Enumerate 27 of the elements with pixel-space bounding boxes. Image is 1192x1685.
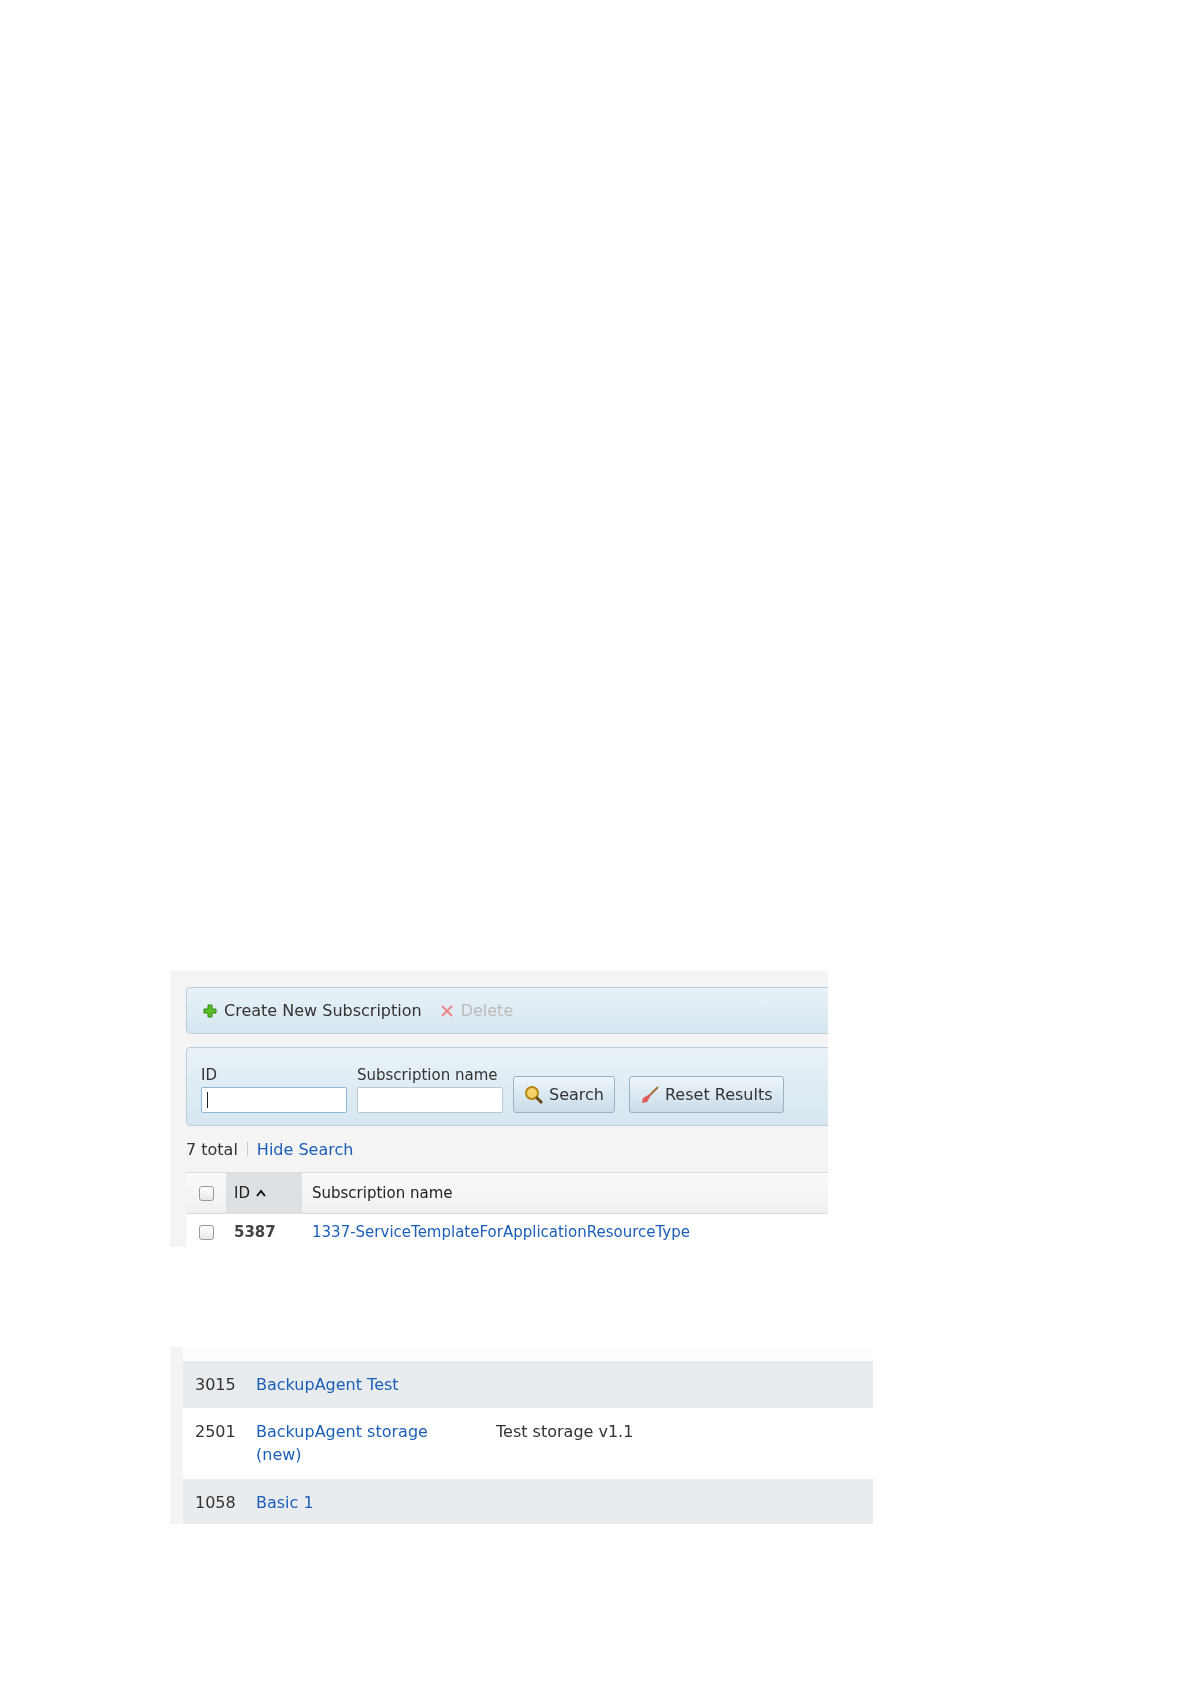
broom-icon	[639, 1084, 660, 1105]
sort-up-icon	[256, 1189, 266, 1197]
close-icon	[439, 1003, 454, 1018]
table-cell: Test storage v1.1	[496, 1422, 634, 1442]
search-button[interactable]: Search	[513, 1076, 615, 1113]
reset-button[interactable]: Reset Results	[628, 1076, 784, 1113]
table-cell: 3015	[195, 1375, 236, 1394]
create-button[interactable]: Create New Subscription	[203, 1001, 422, 1020]
total-count: 7 total	[186, 1139, 238, 1159]
checkbox[interactable]	[198, 1224, 214, 1240]
field-label: Subscription name	[357, 1066, 499, 1084]
field-label: ID	[201, 1066, 218, 1084]
subscription-link[interactable]: BackupAgent storage (new)	[256, 1420, 456, 1467]
search-icon	[524, 1084, 544, 1105]
subscription-link[interactable]: 1337-ServiceTemplateForApplicationResourceType	[312, 1223, 690, 1241]
table-cell: 5387	[234, 1223, 276, 1241]
table-cell: 1058	[195, 1492, 236, 1512]
table-cell: 2501	[195, 1422, 236, 1442]
plus-icon	[203, 1003, 217, 1018]
column-header[interactable]: Subscription name	[302, 1173, 453, 1213]
checkbox[interactable]	[198, 1185, 214, 1201]
subscription-link[interactable]: BackupAgent Test	[256, 1373, 456, 1397]
input-field[interactable]	[201, 1087, 347, 1113]
column-header[interactable]: ID	[226, 1173, 302, 1213]
hide-search-link[interactable]: Hide Search	[256, 1139, 354, 1159]
subscription-link[interactable]: Basic 1	[256, 1490, 456, 1514]
input-field[interactable]	[357, 1087, 503, 1113]
